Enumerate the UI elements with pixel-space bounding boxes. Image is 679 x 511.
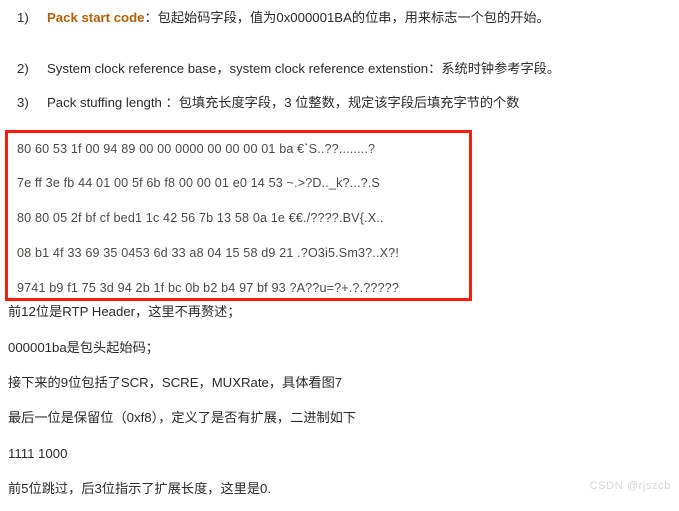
list-item-marker: 2) — [17, 61, 29, 76]
list-item-text: ：包起始码字段，值为0x000001BA的位串，用来标志一个包的开始。 — [144, 10, 550, 25]
list-item-marker: 3) — [17, 95, 29, 110]
hex-dump-line: 80 60 53 1f 00 94 89 00 00 0000 00 00 00… — [17, 142, 376, 156]
hex-dump-line: 7e ff 3e fb 44 01 00 5f 6b f8 00 00 01 e… — [17, 176, 380, 190]
list-item: 2) System clock reference base，system cl… — [0, 61, 679, 76]
hex-dump-line: 80 80 05 2f bf cf bed1 1c 42 56 7b 13 58… — [17, 211, 384, 225]
hex-dump-line: 9741 b9 f1 75 3d 94 2b 1f bc 0b b2 b4 97… — [17, 281, 399, 295]
paragraph: 接下来的9位包括了SCR，SCRE，MUXRate，具体看图7 — [8, 375, 343, 390]
paragraph: 最后一位是保留位（0xf8），定义了是否有扩展，二进制如下 — [8, 410, 357, 425]
list-item-body: Pack stuffing length ：包填充长度字段，3 位整数，规定该字… — [47, 95, 679, 110]
list-item-term: Pack start code — [47, 10, 145, 25]
list-item-text: Pack stuffing length ：包填充长度字段，3 位整数，规定该字… — [47, 95, 520, 110]
paragraph: 1111 1000 — [8, 446, 68, 461]
list-item-marker: 1) — [17, 10, 29, 25]
hex-dump-line: 08 b1 4f 33 69 35 0453 6d 33 a8 04 15 58… — [17, 246, 399, 260]
paragraph: 000001ba是包头起始码； — [8, 340, 159, 355]
paragraph: 前12位是RTP Header，这里不再赘述； — [8, 304, 241, 319]
list-item-body: System clock reference base，system clock… — [47, 61, 679, 76]
document-page: 1) Pack start code：包起始码字段，值为0x000001BA的位… — [0, 0, 679, 511]
hex-dump-highlight-box: 80 60 53 1f 00 94 89 00 00 0000 00 00 00… — [5, 130, 472, 301]
list-item: 1) Pack start code：包起始码字段，值为0x000001BA的位… — [0, 10, 679, 25]
list-item: 3) Pack stuffing length ：包填充长度字段，3 位整数，规… — [0, 95, 679, 110]
list-item-body: Pack start code：包起始码字段，值为0x000001BA的位串，用… — [47, 10, 679, 25]
watermark: CSDN @rjszcb — [589, 480, 671, 492]
list-item-text: System clock reference base，system clock… — [47, 61, 561, 76]
paragraph: 前5位跳过，后3位指示了扩展长度，这里是0. — [8, 481, 272, 496]
